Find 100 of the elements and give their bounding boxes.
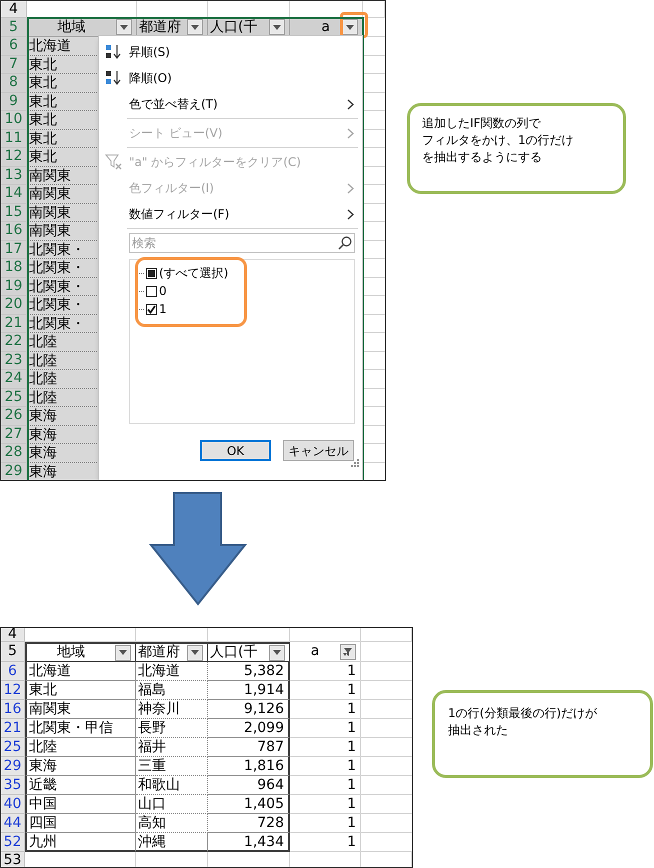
menu-item[interactable]: 降順(O) xyxy=(99,65,362,91)
row-number: 26 xyxy=(1,407,27,426)
table-cell: 北陸 xyxy=(29,390,57,406)
row-number: 4 xyxy=(1,1,27,18)
resize-grip-icon[interactable] xyxy=(351,459,359,467)
row-number: 4 xyxy=(1,628,25,642)
table-cell: 1 xyxy=(347,701,356,717)
dialog-button[interactable]: OK xyxy=(200,440,271,461)
caret-down-icon xyxy=(191,650,199,655)
table-cell: 南関東 xyxy=(29,701,71,717)
clear-filter-icon xyxy=(105,154,123,170)
checkbox-label: 1 xyxy=(159,301,167,318)
row-number: 40 xyxy=(1,795,25,814)
table-cell: 東海 xyxy=(29,464,57,480)
row-number: 16 xyxy=(1,700,25,719)
caret-down-icon xyxy=(273,24,281,30)
table-cell: 長野 xyxy=(138,720,166,736)
row-number: 28 xyxy=(1,444,27,462)
dialog-button[interactable]: キャンセル xyxy=(283,440,354,461)
table-cell: 北海道 xyxy=(29,38,71,54)
menu-item[interactable]: 色で並べ替え(T) xyxy=(99,91,362,117)
row-number: 21 xyxy=(1,314,27,333)
filter-dropdown-button[interactable] xyxy=(269,19,285,35)
column-header: 人口(千 xyxy=(210,18,258,36)
row-number: 25 xyxy=(1,388,27,407)
table-cell: 北陸 xyxy=(29,739,57,755)
column-header: a xyxy=(320,18,331,36)
column-header: 都道府 xyxy=(138,643,181,662)
table-cell: 沖縄 xyxy=(138,834,166,850)
caret-down-icon xyxy=(346,24,354,30)
table-cell: 九州 xyxy=(29,834,57,850)
table-cell: 東北 xyxy=(29,112,57,128)
filter-dropdown-button[interactable] xyxy=(115,644,131,660)
filter-dropdown-button[interactable] xyxy=(187,644,203,660)
menu-item[interactable]: 昇順(S) xyxy=(99,39,362,65)
row-number: 19 xyxy=(1,278,27,296)
caret-down-icon xyxy=(119,650,127,655)
row-number: 8 xyxy=(1,74,27,92)
row-number: 6 xyxy=(1,37,27,56)
table-cell: 1,434 xyxy=(244,834,284,850)
column-header: 地域 xyxy=(56,18,86,36)
table-cell: 1 xyxy=(347,739,356,755)
table-cell: 東北 xyxy=(29,682,57,698)
row-number: 12 xyxy=(1,148,27,166)
table-cell: 東北 xyxy=(29,130,57,146)
row-number: 23 xyxy=(1,352,27,370)
row-number: 52 xyxy=(1,833,25,852)
table-cell: 高知 xyxy=(138,815,166,831)
filter-dropdown-button[interactable] xyxy=(269,644,285,660)
checkbox-label: 0 xyxy=(159,283,167,300)
filter-dropdown-button[interactable] xyxy=(116,19,132,35)
table-cell: 北陸 xyxy=(29,352,57,368)
checkbox[interactable] xyxy=(146,304,157,314)
table-cell: 近畿 xyxy=(29,777,57,793)
table-cell: 福井 xyxy=(138,739,166,755)
table-cell: 四国 xyxy=(29,815,57,831)
filter-applied-button[interactable] xyxy=(340,644,356,660)
row-number: 21 xyxy=(1,719,25,738)
table-cell: 1 xyxy=(347,777,356,793)
row-number: 20 xyxy=(1,296,27,314)
row-number: 17 xyxy=(1,240,27,259)
table-cell: 東北 xyxy=(29,94,57,110)
checkbox[interactable] xyxy=(146,286,157,296)
table-cell: 北関東・ xyxy=(29,297,85,313)
table-cell: 1,405 xyxy=(244,796,284,812)
table-cell: 1 xyxy=(347,720,356,736)
sort-descending-icon xyxy=(105,70,123,86)
table-cell: 1 xyxy=(347,758,356,774)
search-field[interactable]: 検索 xyxy=(129,233,355,253)
table-cell: 北関東・ xyxy=(29,278,85,294)
row-number: 18 xyxy=(1,259,27,278)
row-number: 16 xyxy=(1,222,27,240)
table-cell: 東海 xyxy=(29,445,57,461)
row-number: 29 xyxy=(1,462,27,480)
filter-dropdown-button[interactable] xyxy=(187,19,203,35)
row-number: 13 xyxy=(1,166,27,185)
table-cell: 1 xyxy=(347,663,356,679)
row-number: 10 xyxy=(1,111,27,130)
caret-down-icon xyxy=(273,650,281,655)
row-number: 14 xyxy=(1,185,27,204)
column-header: 地域 xyxy=(56,643,86,662)
table-cell: 9,126 xyxy=(244,701,284,717)
table-cell: 2,099 xyxy=(244,720,284,736)
filter-dropdown-button[interactable] xyxy=(342,19,358,35)
row-number: 5 xyxy=(1,18,27,37)
row-number: 6 xyxy=(1,662,25,681)
column-header: a xyxy=(310,642,320,661)
menu-item[interactable]: 数値フィルター(F) xyxy=(99,201,362,227)
callout-text: 抽出された xyxy=(448,722,509,739)
table-cell: 東海 xyxy=(29,426,57,442)
table-cell: 和歌山 xyxy=(138,777,180,793)
table-cell: 北関東・甲信 xyxy=(29,720,113,736)
column-header: 人口(千 xyxy=(210,643,258,662)
table-cell: 東北 xyxy=(29,75,57,91)
row-number: 12 xyxy=(1,681,25,700)
caret-down-icon xyxy=(120,24,128,30)
table-cell: 1 xyxy=(347,796,356,812)
table-cell: 東海 xyxy=(29,408,57,424)
row-number: 15 xyxy=(1,204,27,222)
table-cell: 北陸 xyxy=(29,334,57,350)
